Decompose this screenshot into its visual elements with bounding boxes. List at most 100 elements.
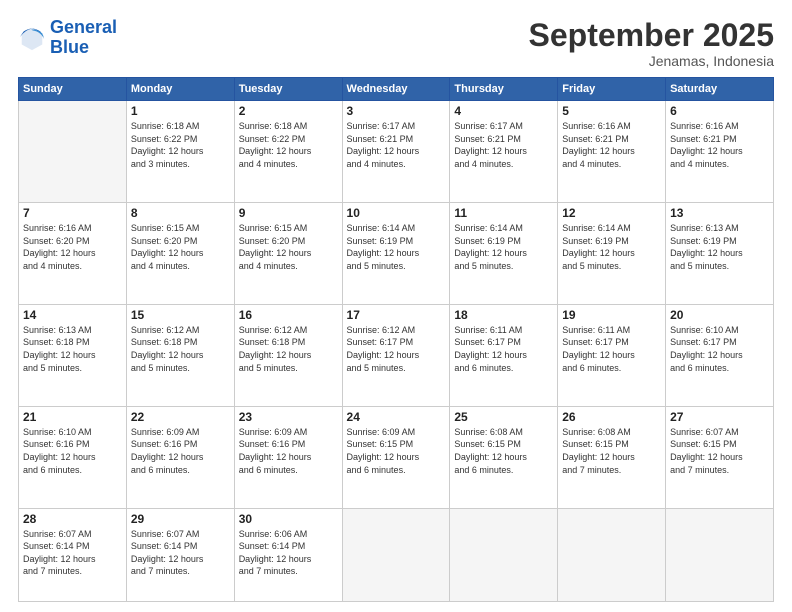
day-info: Sunrise: 6:11 AM Sunset: 6:17 PM Dayligh… bbox=[562, 324, 661, 374]
day-number: 11 bbox=[454, 206, 553, 220]
day-info: Sunrise: 6:13 AM Sunset: 6:18 PM Dayligh… bbox=[23, 324, 122, 374]
day-info: Sunrise: 6:14 AM Sunset: 6:19 PM Dayligh… bbox=[562, 222, 661, 272]
calendar-cell: 17Sunrise: 6:12 AM Sunset: 6:17 PM Dayli… bbox=[342, 304, 450, 406]
calendar-header-row: SundayMondayTuesdayWednesdayThursdayFrid… bbox=[19, 78, 774, 101]
calendar-cell: 22Sunrise: 6:09 AM Sunset: 6:16 PM Dayli… bbox=[126, 406, 234, 508]
day-number: 12 bbox=[562, 206, 661, 220]
day-number: 25 bbox=[454, 410, 553, 424]
day-number: 20 bbox=[670, 308, 769, 322]
day-number: 3 bbox=[347, 104, 446, 118]
day-number: 26 bbox=[562, 410, 661, 424]
calendar-cell: 3 Sunrise: 6:17 AM Sunset: 6:21 PM Daylig… bbox=[342, 101, 450, 203]
day-number: 14 bbox=[23, 308, 122, 322]
day-number: 30 bbox=[239, 512, 338, 526]
header-saturday: Saturday bbox=[666, 78, 774, 101]
day-number: 6 bbox=[670, 104, 769, 118]
calendar-week-3: 21 Sunrise: 6:10 AM Sunset: 6:16 PM Dayli… bbox=[19, 406, 774, 508]
calendar-cell: 20 Sunrise: 6:10 AM Sunset: 6:17 PM Dayli… bbox=[666, 304, 774, 406]
day-info: Sunrise: 6:17 AM Sunset: 6:21 PM Dayligh… bbox=[454, 120, 553, 170]
calendar-cell: 24 Sunrise: 6:09 AM Sunset: 6:15 PM Dayli… bbox=[342, 406, 450, 508]
day-number: 4 bbox=[454, 104, 553, 118]
day-info: Sunrise: 6:15 AM Sunset: 6:20 PM Dayligh… bbox=[239, 222, 338, 272]
calendar-cell: 29 Sunrise: 6:07 AM Sunset: 6:14 PM Dayli… bbox=[126, 508, 234, 601]
day-number: 15 bbox=[131, 308, 230, 322]
day-number: 27 bbox=[670, 410, 769, 424]
calendar-cell bbox=[558, 508, 666, 601]
calendar-cell: 1 Sunrise: 6:18 AM Sunset: 6:22 PM Daylig… bbox=[126, 101, 234, 203]
calendar-cell: 19 Sunrise: 6:11 AM Sunset: 6:17 PM Dayli… bbox=[558, 304, 666, 406]
day-info: Sunrise: 6:09 AM Sunset: 6:15 PM Dayligh… bbox=[347, 426, 446, 476]
day-number: 18 bbox=[454, 308, 553, 322]
header-monday: Monday bbox=[126, 78, 234, 101]
day-number: 19 bbox=[562, 308, 661, 322]
day-number: 16 bbox=[239, 308, 338, 322]
calendar-cell: 10Sunrise: 6:14 AM Sunset: 6:19 PM Dayli… bbox=[342, 203, 450, 305]
day-number: 1 bbox=[131, 104, 230, 118]
header-sunday: Sunday bbox=[19, 78, 127, 101]
day-info: Sunrise: 6:12 AM Sunset: 6:17 PM Dayligh… bbox=[347, 324, 446, 374]
calendar-cell: 9 Sunrise: 6:15 AM Sunset: 6:20 PM Daylig… bbox=[234, 203, 342, 305]
day-info: Sunrise: 6:06 AM Sunset: 6:14 PM Dayligh… bbox=[239, 528, 338, 578]
calendar-cell bbox=[666, 508, 774, 601]
day-info: Sunrise: 6:09 AM Sunset: 6:16 PM Dayligh… bbox=[131, 426, 230, 476]
day-number: 21 bbox=[23, 410, 122, 424]
header-wednesday: Wednesday bbox=[342, 78, 450, 101]
day-info: Sunrise: 6:18 AM Sunset: 6:22 PM Dayligh… bbox=[131, 120, 230, 170]
calendar-cell: 6Sunrise: 6:16 AM Sunset: 6:21 PM Daylig… bbox=[666, 101, 774, 203]
calendar-cell bbox=[19, 101, 127, 203]
calendar-cell: 8Sunrise: 6:15 AM Sunset: 6:20 PM Daylig… bbox=[126, 203, 234, 305]
calendar-cell: 26 Sunrise: 6:08 AM Sunset: 6:15 PM Dayli… bbox=[558, 406, 666, 508]
day-info: Sunrise: 6:18 AM Sunset: 6:22 PM Dayligh… bbox=[239, 120, 338, 170]
logo-general: General bbox=[50, 17, 117, 37]
page: General Blue September 2025 Jenamas, Ind… bbox=[0, 0, 792, 612]
day-info: Sunrise: 6:12 AM Sunset: 6:18 PM Dayligh… bbox=[239, 324, 338, 374]
calendar-week-4: 28Sunrise: 6:07 AM Sunset: 6:14 PM Dayli… bbox=[19, 508, 774, 601]
day-info: Sunrise: 6:12 AM Sunset: 6:18 PM Dayligh… bbox=[131, 324, 230, 374]
day-info: Sunrise: 6:08 AM Sunset: 6:15 PM Dayligh… bbox=[562, 426, 661, 476]
day-number: 9 bbox=[239, 206, 338, 220]
calendar-cell: 25Sunrise: 6:08 AM Sunset: 6:15 PM Dayli… bbox=[450, 406, 558, 508]
day-number: 24 bbox=[347, 410, 446, 424]
day-info: Sunrise: 6:14 AM Sunset: 6:19 PM Dayligh… bbox=[347, 222, 446, 272]
calendar-week-2: 14 Sunrise: 6:13 AM Sunset: 6:18 PM Dayli… bbox=[19, 304, 774, 406]
calendar-cell: 18 Sunrise: 6:11 AM Sunset: 6:17 PM Dayli… bbox=[450, 304, 558, 406]
calendar-cell: 16 Sunrise: 6:12 AM Sunset: 6:18 PM Dayli… bbox=[234, 304, 342, 406]
calendar-cell: 7 Sunrise: 6:16 AM Sunset: 6:20 PM Daylig… bbox=[19, 203, 127, 305]
calendar-cell: 13Sunrise: 6:13 AM Sunset: 6:19 PM Dayli… bbox=[666, 203, 774, 305]
title-block: September 2025 Jenamas, Indonesia bbox=[529, 18, 774, 69]
calendar-cell bbox=[342, 508, 450, 601]
calendar-cell: 2 Sunrise: 6:18 AM Sunset: 6:22 PM Daylig… bbox=[234, 101, 342, 203]
calendar-week-0: 1 Sunrise: 6:18 AM Sunset: 6:22 PM Daylig… bbox=[19, 101, 774, 203]
day-info: Sunrise: 6:17 AM Sunset: 6:21 PM Dayligh… bbox=[347, 120, 446, 170]
calendar-cell: 12 Sunrise: 6:14 AM Sunset: 6:19 PM Dayli… bbox=[558, 203, 666, 305]
day-info: Sunrise: 6:16 AM Sunset: 6:20 PM Dayligh… bbox=[23, 222, 122, 272]
header: General Blue September 2025 Jenamas, Ind… bbox=[18, 18, 774, 69]
calendar-cell bbox=[450, 508, 558, 601]
calendar-cell: 27 Sunrise: 6:07 AM Sunset: 6:15 PM Dayli… bbox=[666, 406, 774, 508]
calendar-cell: 14 Sunrise: 6:13 AM Sunset: 6:18 PM Dayli… bbox=[19, 304, 127, 406]
calendar-cell: 21 Sunrise: 6:10 AM Sunset: 6:16 PM Dayli… bbox=[19, 406, 127, 508]
day-info: Sunrise: 6:10 AM Sunset: 6:16 PM Dayligh… bbox=[23, 426, 122, 476]
day-number: 5 bbox=[562, 104, 661, 118]
logo-icon bbox=[18, 24, 46, 52]
day-number: 7 bbox=[23, 206, 122, 220]
day-number: 2 bbox=[239, 104, 338, 118]
day-number: 29 bbox=[131, 512, 230, 526]
day-info: Sunrise: 6:07 AM Sunset: 6:14 PM Dayligh… bbox=[23, 528, 122, 578]
day-info: Sunrise: 6:07 AM Sunset: 6:15 PM Dayligh… bbox=[670, 426, 769, 476]
day-info: Sunrise: 6:07 AM Sunset: 6:14 PM Dayligh… bbox=[131, 528, 230, 578]
day-number: 13 bbox=[670, 206, 769, 220]
logo-blue: Blue bbox=[50, 38, 117, 58]
calendar-cell: 5Sunrise: 6:16 AM Sunset: 6:21 PM Daylig… bbox=[558, 101, 666, 203]
calendar-cell: 11Sunrise: 6:14 AM Sunset: 6:19 PM Dayli… bbox=[450, 203, 558, 305]
day-info: Sunrise: 6:09 AM Sunset: 6:16 PM Dayligh… bbox=[239, 426, 338, 476]
calendar-cell: 15 Sunrise: 6:12 AM Sunset: 6:18 PM Dayli… bbox=[126, 304, 234, 406]
calendar-week-1: 7 Sunrise: 6:16 AM Sunset: 6:20 PM Daylig… bbox=[19, 203, 774, 305]
logo-text: General Blue bbox=[50, 18, 117, 58]
logo: General Blue bbox=[18, 18, 117, 58]
header-thursday: Thursday bbox=[450, 78, 558, 101]
day-info: Sunrise: 6:10 AM Sunset: 6:17 PM Dayligh… bbox=[670, 324, 769, 374]
month-title: September 2025 bbox=[529, 18, 774, 53]
day-info: Sunrise: 6:11 AM Sunset: 6:17 PM Dayligh… bbox=[454, 324, 553, 374]
calendar-cell: 30 Sunrise: 6:06 AM Sunset: 6:14 PM Dayli… bbox=[234, 508, 342, 601]
